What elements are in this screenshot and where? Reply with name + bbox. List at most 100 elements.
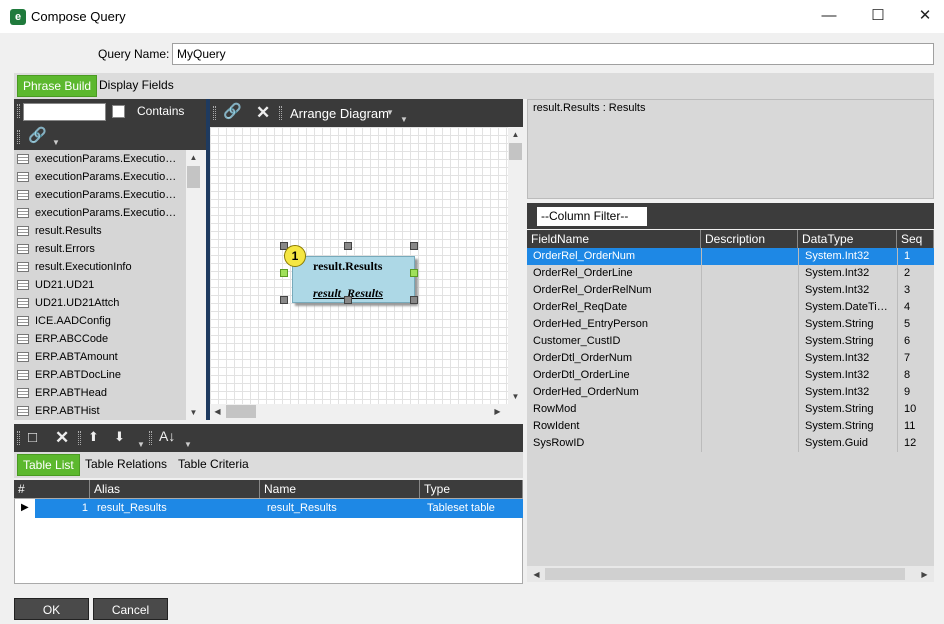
resize-handle[interactable]: [344, 296, 352, 304]
column-header[interactable]: FieldName: [527, 230, 701, 248]
table-row[interactable]: 1 result_Results result_Results Tableset…: [35, 499, 523, 518]
list-item[interactable]: ICE.AADConfig: [14, 312, 186, 330]
scroll-right-icon[interactable]: ▶: [917, 567, 932, 582]
link-icon[interactable]: 🔗: [28, 128, 47, 143]
new-icon[interactable]: □: [28, 430, 37, 445]
column-header[interactable]: Type: [420, 480, 523, 498]
toolbar-grip-icon[interactable]: [213, 106, 216, 120]
toolbar-grip-icon[interactable]: [17, 130, 20, 144]
table-row[interactable]: RowIdent System.String 11: [527, 418, 934, 435]
table-tabs: Table List Table Relations Table Criteri…: [14, 452, 523, 478]
table-row[interactable]: RowMod System.String 10: [527, 401, 934, 418]
toolbar-grip-icon[interactable]: [17, 431, 20, 445]
move-up-icon[interactable]: ⬆: [88, 430, 99, 443]
fields-grid-header: FieldName Description DataType Seq: [527, 230, 934, 248]
field-datatype: System.String: [805, 403, 874, 415]
tab-display-fields[interactable]: Display Fields: [94, 75, 179, 97]
toolbar-grip-icon[interactable]: [78, 431, 81, 445]
chevron-down-icon[interactable]: ▼: [386, 108, 394, 117]
list-item[interactable]: ERP.ABTHist: [14, 402, 186, 420]
list-item[interactable]: executionParams.Executio…: [14, 150, 186, 168]
toolbar-grip-icon[interactable]: [279, 106, 282, 120]
table-row[interactable]: Customer_CustID System.String 6: [527, 333, 934, 350]
scroll-thumb[interactable]: [226, 405, 256, 418]
table-row[interactable]: OrderDtl_OrderNum System.Int32 7: [527, 350, 934, 367]
ok-button[interactable]: OK: [14, 598, 89, 620]
list-item[interactable]: executionParams.Executio…: [14, 168, 186, 186]
column-header[interactable]: Description: [701, 230, 798, 248]
scroll-up-icon[interactable]: ▲: [508, 127, 523, 142]
list-item[interactable]: ERP.ABTAmount: [14, 348, 186, 366]
scroll-thumb[interactable]: [545, 568, 905, 580]
column-header[interactable]: DataType: [798, 230, 897, 248]
table-row[interactable]: SysRowID System.Guid 12: [527, 435, 934, 452]
tab-table-relations[interactable]: Table Relations: [80, 454, 172, 476]
table-row[interactable]: OrderRel_OrderNum System.Int32 1: [527, 248, 934, 265]
table-row[interactable]: OrderRel_ReqDate System.DateTi… 4: [527, 299, 934, 316]
fields-hscroll[interactable]: ◀ ▶: [527, 566, 934, 582]
tab-table-criteria[interactable]: Table Criteria: [173, 454, 254, 476]
table-row[interactable]: OrderHed_OrderNum System.Int32 9: [527, 384, 934, 401]
maximize-button[interactable]: ☐: [855, 0, 901, 32]
resize-handle[interactable]: [410, 269, 418, 277]
delete-icon[interactable]: ✕: [256, 104, 270, 121]
scroll-left-icon[interactable]: ◀: [529, 567, 544, 582]
list-item[interactable]: UD21.UD21Attch: [14, 294, 186, 312]
resize-handle[interactable]: [410, 242, 418, 250]
table-filter-input[interactable]: [23, 103, 106, 121]
list-item[interactable]: result.ExecutionInfo: [14, 258, 186, 276]
column-filter-input[interactable]: --Column Filter--: [537, 207, 647, 226]
column-header[interactable]: Seq: [897, 230, 934, 248]
resize-handle[interactable]: [410, 296, 418, 304]
field-seq: 11: [904, 420, 916, 432]
column-header[interactable]: #: [14, 480, 90, 498]
list-item[interactable]: executionParams.Executio…: [14, 204, 186, 222]
scroll-down-icon[interactable]: ▼: [186, 405, 201, 420]
arrange-diagram-button[interactable]: Arrange Diagram: [290, 106, 389, 121]
chevron-down-icon[interactable]: ▼: [184, 440, 192, 449]
move-down-icon[interactable]: ⬇: [114, 430, 125, 443]
scroll-left-icon[interactable]: ◀: [210, 404, 225, 419]
chevron-down-icon[interactable]: ▼: [400, 115, 408, 124]
resize-handle[interactable]: [280, 296, 288, 304]
column-header[interactable]: Alias: [90, 480, 260, 498]
list-item[interactable]: ERP.ABTDocLine: [14, 366, 186, 384]
query-name-input[interactable]: MyQuery: [172, 43, 934, 65]
close-button[interactable]: ✕: [902, 0, 944, 32]
chevron-down-icon[interactable]: ▼: [52, 138, 60, 147]
sort-icon[interactable]: A↓: [159, 429, 175, 443]
toolbar-grip-icon[interactable]: [149, 431, 152, 445]
scroll-down-icon[interactable]: ▼: [508, 389, 523, 404]
resize-handle[interactable]: [280, 269, 288, 277]
diagram-vscroll[interactable]: ▲ ▼: [508, 127, 523, 404]
resize-handle[interactable]: [344, 242, 352, 250]
list-item[interactable]: UD21.UD21: [14, 276, 186, 294]
link-icon[interactable]: 🔗: [223, 104, 242, 119]
scroll-thumb[interactable]: [509, 143, 522, 160]
list-item[interactable]: ERP.ABTHead: [14, 384, 186, 402]
list-item[interactable]: result.Results: [14, 222, 186, 240]
column-header[interactable]: Name: [260, 480, 420, 498]
table-list-scrollbar[interactable]: ▲ ▼: [186, 150, 201, 420]
chevron-down-icon[interactable]: ▼: [137, 440, 145, 449]
table-row[interactable]: OrderRel_OrderLine System.Int32 2: [527, 265, 934, 282]
list-item[interactable]: result.Errors: [14, 240, 186, 258]
scroll-thumb[interactable]: [187, 166, 200, 188]
table-grid-header: # Alias Name Type: [14, 480, 523, 498]
tab-table-list[interactable]: Table List: [17, 454, 80, 476]
table-row[interactable]: OrderHed_EntryPerson System.String 5: [527, 316, 934, 333]
delete-icon[interactable]: ✕: [55, 429, 69, 446]
contains-checkbox[interactable]: [112, 105, 125, 118]
tab-phrase-build[interactable]: Phrase Build: [17, 75, 98, 97]
list-item[interactable]: executionParams.Executio…: [14, 186, 186, 204]
table-row[interactable]: OrderRel_OrderRelNum System.Int32 3: [527, 282, 934, 299]
scroll-right-icon[interactable]: ▶: [490, 404, 505, 419]
scroll-up-icon[interactable]: ▲: [186, 150, 201, 165]
cancel-button[interactable]: Cancel: [93, 598, 168, 620]
diagram-hscroll[interactable]: ◀ ▶: [210, 404, 523, 420]
minimize-button[interactable]: —: [806, 0, 852, 32]
diagram-table-node[interactable]: result.Results result_Results: [292, 256, 415, 303]
table-row[interactable]: OrderDtl_OrderLine System.Int32 8: [527, 367, 934, 384]
toolbar-grip-icon[interactable]: [17, 104, 20, 118]
list-item[interactable]: ERP.ABCCode: [14, 330, 186, 348]
